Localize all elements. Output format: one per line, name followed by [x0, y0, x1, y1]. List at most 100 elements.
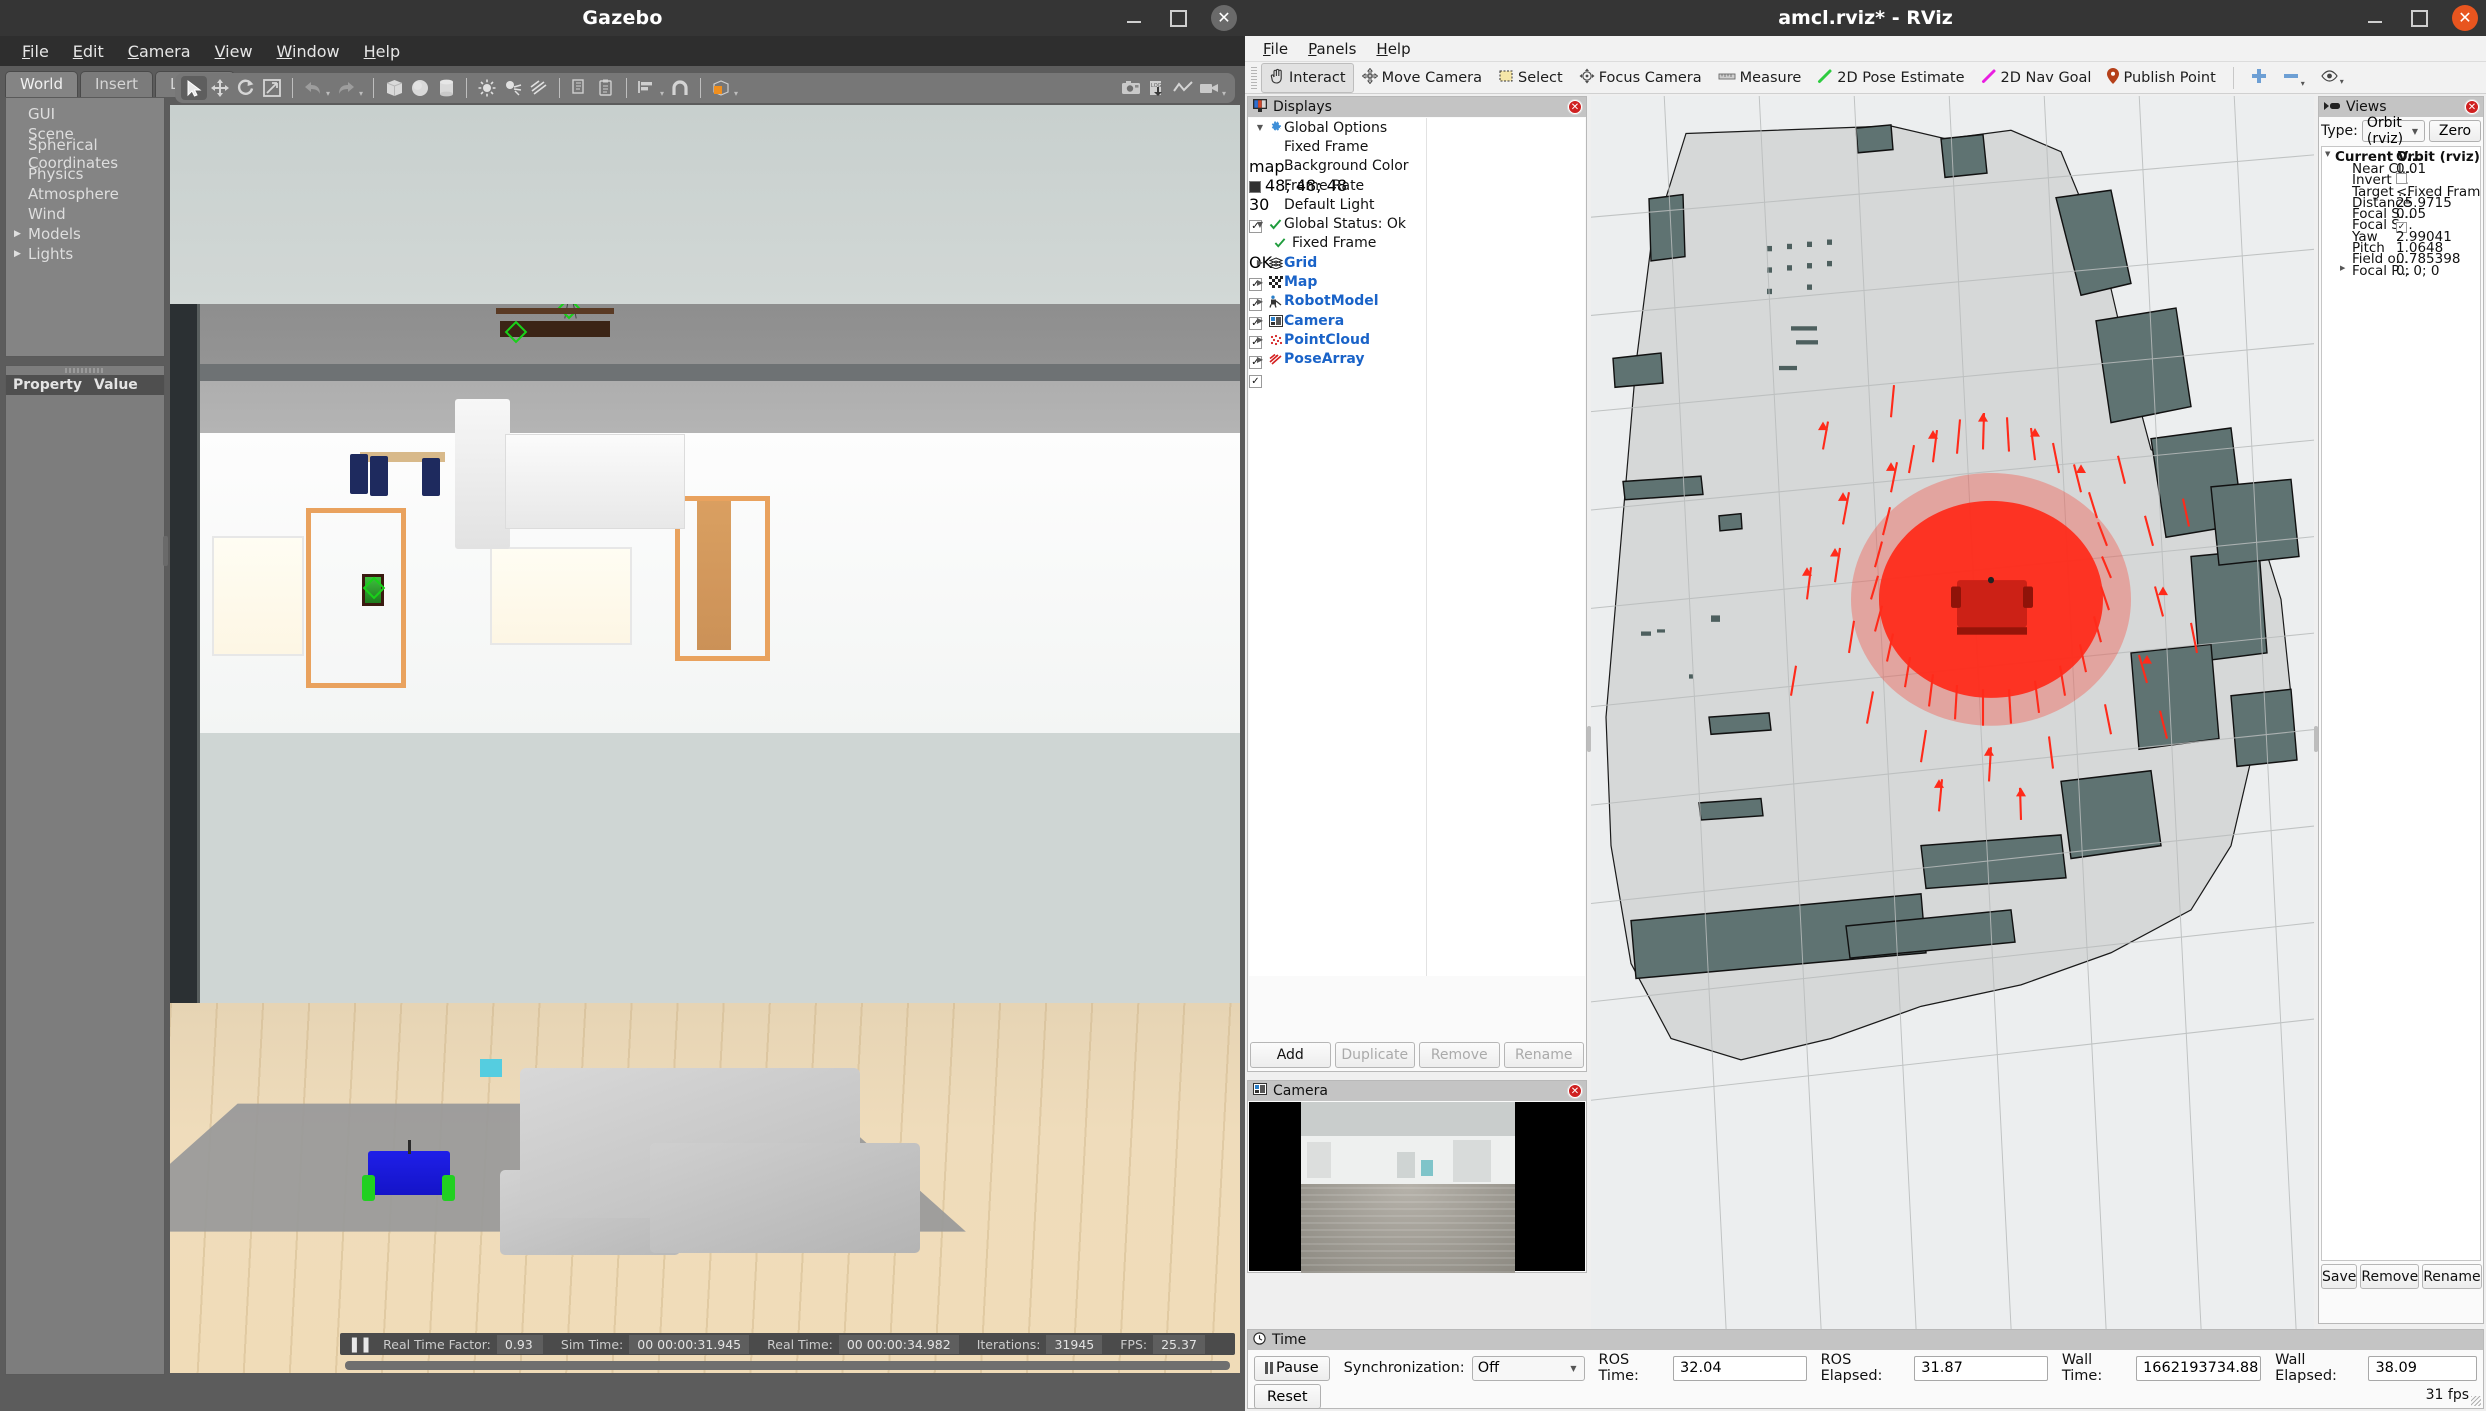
tool-2d-nav-goal[interactable]: 2D Nav Goal	[1973, 63, 2100, 93]
gazebo-3d-viewport[interactable]	[170, 105, 1240, 1373]
remove-tool-button[interactable]: ▾	[2275, 63, 2313, 93]
tab-insert[interactable]: Insert	[80, 71, 154, 97]
toolbar-drag-handle[interactable]	[1251, 66, 1257, 89]
tree-item-wind[interactable]: Wind	[6, 204, 164, 224]
point-light-icon[interactable]	[474, 76, 500, 100]
spot-light-icon[interactable]	[500, 76, 526, 100]
display-row-posearray[interactable]: ▶ PoseArray ✓	[1249, 350, 1585, 388]
add-tool-button[interactable]	[2243, 63, 2275, 93]
menu-file[interactable]: File	[10, 39, 61, 64]
left-panel-splitter[interactable]	[1587, 94, 1591, 1411]
property-value[interactable]: 0; 0; 0	[2396, 263, 2439, 279]
remove-button[interactable]: Remove	[1419, 1042, 1500, 1068]
chevron-down-icon[interactable]: ▾	[2301, 79, 2305, 88]
close-icon[interactable]: ✕	[1211, 5, 1237, 31]
views-row-focal-shape-size[interactable]: Focal S... 0.05	[2322, 206, 2480, 222]
camera-image-view[interactable]	[1249, 1102, 1585, 1273]
chevron-right-icon[interactable]: ▶	[1253, 335, 1267, 344]
sphere-icon[interactable]	[407, 76, 433, 100]
views-row-pitch[interactable]: Pitch 1.0648	[2322, 240, 2480, 256]
rename-button[interactable]: Rename	[1503, 1042, 1584, 1068]
join-icon[interactable]	[708, 76, 734, 100]
display-row-global-status[interactable]: ▼ Global Status: Ok	[1249, 214, 1585, 233]
display-row-map[interactable]: ▶ Map ✓	[1249, 272, 1585, 311]
tool-publish-point[interactable]: Publish Point	[2099, 63, 2223, 93]
remove-view-button[interactable]: Remove	[2360, 1264, 2420, 1289]
view-type-dropdown[interactable]: Orbit (rviz) ▼	[2361, 115, 2425, 147]
minimize-icon[interactable]	[2364, 7, 2386, 29]
tool-measure[interactable]: Measure	[1710, 65, 1810, 91]
display-row-robotmodel[interactable]: ▶ RobotModel ✓	[1249, 292, 1585, 330]
rviz-3d-viewport[interactable]	[1591, 96, 2314, 1409]
copy-icon[interactable]	[567, 76, 593, 100]
menu-window[interactable]: Window	[265, 39, 352, 64]
snap-icon[interactable]	[667, 76, 693, 100]
save-view-button[interactable]: Save	[2321, 1264, 2358, 1289]
tool-select[interactable]: Select	[1490, 63, 1571, 93]
posearray-enable-checkbox[interactable]: ✓	[1249, 374, 1262, 388]
maximize-icon[interactable]	[2408, 7, 2430, 29]
close-icon[interactable]: ✕	[1568, 1084, 1582, 1098]
tool-interact[interactable]: Interact	[1261, 62, 1354, 93]
close-icon[interactable]: ✕	[1568, 100, 1582, 114]
chevron-right-icon[interactable]: ▶	[1253, 316, 1267, 325]
duplicate-button[interactable]: Duplicate	[1334, 1042, 1415, 1068]
box-icon[interactable]	[381, 76, 407, 100]
cylinder-icon[interactable]	[433, 76, 459, 100]
display-row-pointcloud[interactable]: ▶ PointCloud ✓	[1249, 330, 1585, 369]
video-record-icon[interactable]	[1196, 76, 1222, 100]
pause-button[interactable]: Pause	[1254, 1355, 1330, 1381]
rviz-menu-file[interactable]: File	[1253, 38, 1298, 60]
chevron-right-icon[interactable]: ▶	[1253, 297, 1267, 306]
gazebo-panel-splitter[interactable]	[163, 536, 168, 566]
tool-focus-camera[interactable]: Focus Camera	[1571, 63, 1710, 93]
close-icon[interactable]: ✕	[2452, 5, 2478, 31]
views-row-yaw[interactable]: Yaw 2.99041	[2322, 229, 2480, 245]
wall-elapsed-field[interactable]: 38.09	[2368, 1355, 2478, 1381]
tree-item-spherical-coordinates[interactable]: Spherical Coordinates	[6, 136, 164, 172]
select-arrow-icon[interactable]	[181, 76, 207, 100]
tree-item-gui[interactable]: GUI	[6, 104, 164, 124]
tool-move-camera[interactable]: Move Camera	[1354, 63, 1490, 93]
chevron-down-icon[interactable]: ▼	[1253, 220, 1267, 229]
rviz-menu-help[interactable]: Help	[1366, 38, 1420, 60]
chevron-right-icon[interactable]: ▶	[14, 244, 26, 264]
views-row-field-of-view[interactable]: Field o... 0.785398	[2322, 251, 2480, 267]
resize-grip[interactable]	[2471, 1396, 2481, 1406]
translate-icon[interactable]	[207, 76, 233, 100]
rviz-menu-panels[interactable]: Panels	[1298, 38, 1366, 60]
tree-item-atmosphere[interactable]: Atmosphere	[6, 184, 164, 204]
tab-world[interactable]: World	[5, 71, 78, 97]
gazebo-horizontal-scrollbar[interactable]	[345, 1361, 1230, 1370]
chevron-down-icon[interactable]: ▼	[1253, 123, 1267, 132]
views-row-focal-shape-fixed[interactable]: Focal S... ✓	[2322, 217, 2480, 233]
close-icon[interactable]: ✕	[2465, 100, 2479, 114]
undo-icon[interactable]	[300, 76, 326, 100]
tree-item-models[interactable]: ▶ Models	[6, 224, 164, 244]
rename-view-button[interactable]: Rename	[2422, 1264, 2482, 1289]
align-icon[interactable]	[634, 76, 660, 100]
chevron-down-icon[interactable]: ▾	[2340, 77, 2344, 86]
tool-2d-pose-estimate[interactable]: 2D Pose Estimate	[1809, 63, 1972, 93]
chevron-right-icon[interactable]: ▶	[1253, 355, 1267, 364]
menu-edit[interactable]: Edit	[61, 39, 116, 64]
chevron-right-icon[interactable]: ▶	[1253, 258, 1267, 267]
reset-button[interactable]: Reset	[1254, 1384, 1321, 1409]
views-property-tree[interactable]: ▼ Current V... Orbit (rviz) Near Cl... 0…	[2321, 146, 2481, 1261]
ros-time-field[interactable]: 32.04	[1673, 1355, 1807, 1381]
display-row-camera[interactable]: ▶ Camera ✓	[1249, 311, 1585, 350]
visibility-button[interactable]: ▾	[2313, 65, 2352, 91]
paste-icon[interactable]	[593, 76, 619, 100]
panel-grip[interactable]	[65, 368, 105, 373]
tree-item-lights[interactable]: ▶ Lights	[6, 244, 164, 264]
directional-light-icon[interactable]	[526, 76, 552, 100]
chevron-right-icon[interactable]: ▶	[2340, 264, 2345, 272]
display-row-frame-rate[interactable]: Frame Rate 30	[1249, 176, 1585, 215]
chevron-right-icon[interactable]: ▶	[1253, 278, 1267, 287]
display-row-fixed-frame[interactable]: Fixed Frame map	[1249, 137, 1585, 176]
chevron-down-icon[interactable]: ▼	[2325, 150, 2330, 158]
rotate-icon[interactable]	[233, 76, 259, 100]
pause-icon[interactable]: ❚❚	[348, 1335, 372, 1353]
views-row-near-clip[interactable]: Near Cl... 0.01	[2322, 161, 2480, 177]
views-row-invert[interactable]: Invert ...	[2322, 172, 2480, 188]
